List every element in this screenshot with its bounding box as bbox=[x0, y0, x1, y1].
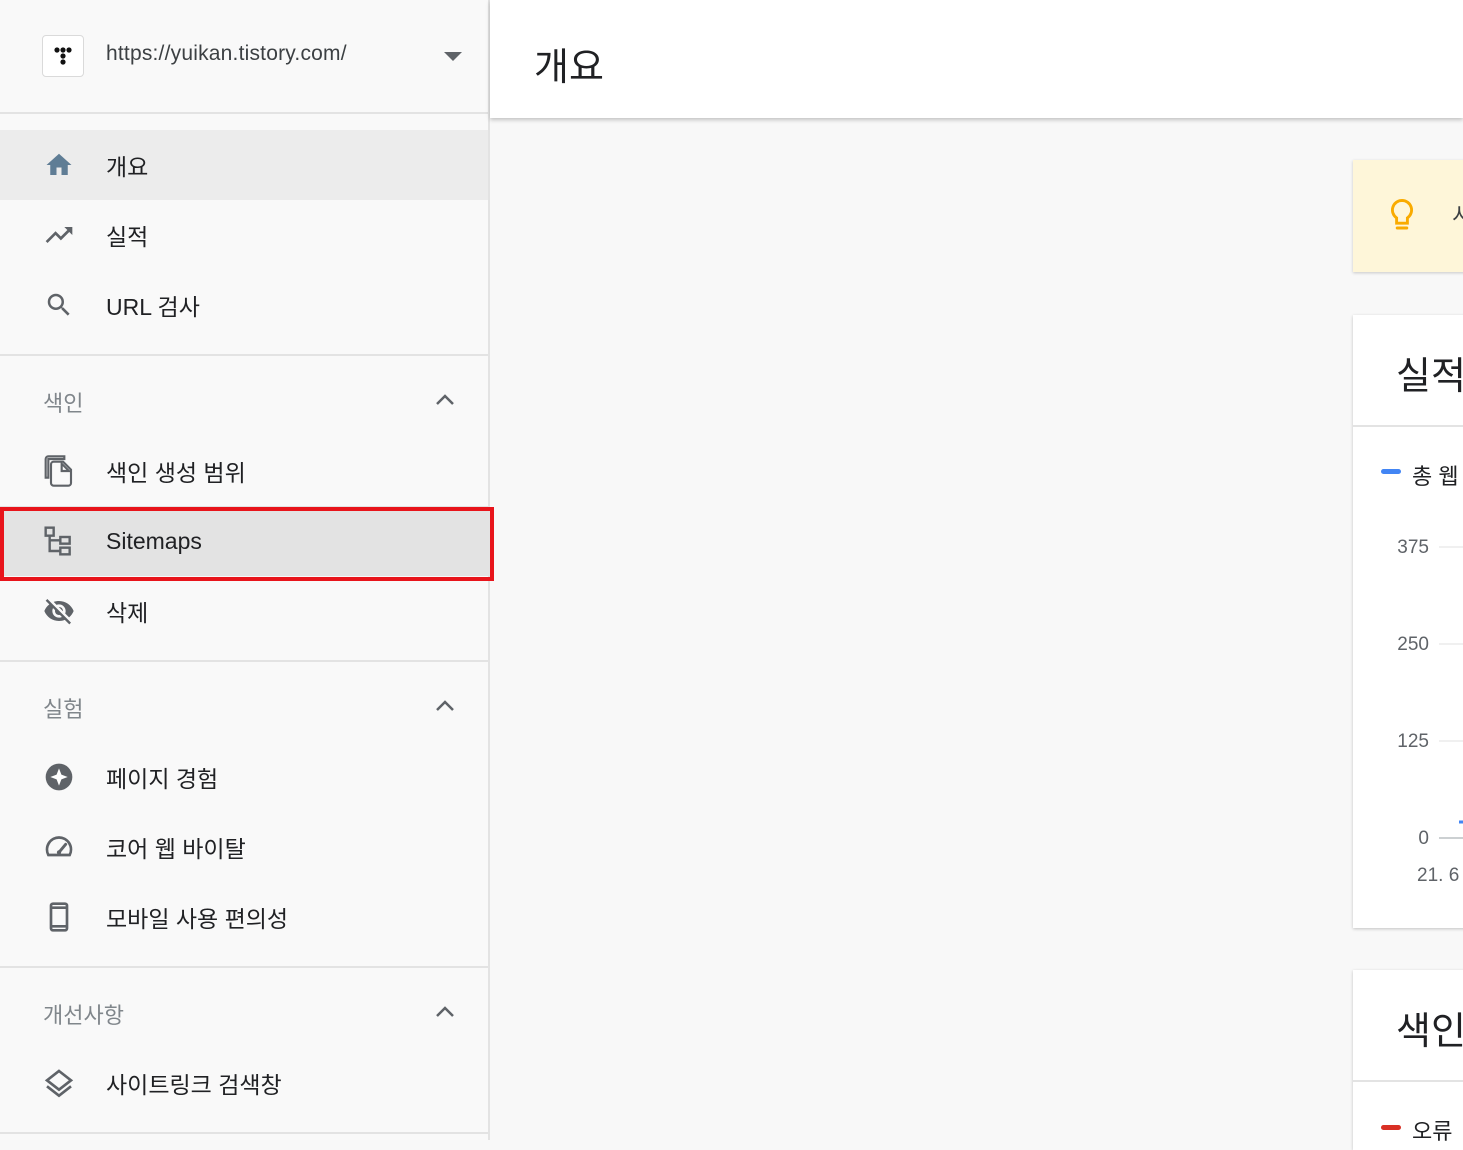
coverage-card: 색인 오류 bbox=[1353, 970, 1463, 1150]
y-tick-label: 0 bbox=[1418, 828, 1429, 849]
tip-text: 시 bbox=[1452, 203, 1463, 228]
sitemap-icon bbox=[43, 525, 75, 557]
nav-item-core-web-vitals[interactable]: 코어 웹 바이탈 bbox=[0, 812, 488, 882]
nav-item-label: 코어 웹 바이탈 bbox=[106, 836, 246, 862]
section-title: 실험 bbox=[43, 697, 84, 722]
page-header: 개요 bbox=[490, 0, 1463, 118]
dropdown-arrow-icon[interactable] bbox=[444, 52, 462, 61]
chevron-up-icon[interactable] bbox=[434, 1004, 456, 1018]
layers-icon bbox=[43, 1067, 75, 1099]
nav-item-removals[interactable]: 삭제 bbox=[0, 576, 488, 646]
performance-card: 실적 총 웹 375 250 125 0 21. 6 bbox=[1353, 315, 1463, 928]
y-tick-label: 250 bbox=[1397, 634, 1429, 655]
performance-chart: 375 250 125 0 21. 6 bbox=[1397, 537, 1463, 886]
section-header-experimental[interactable]: 실험 bbox=[0, 662, 488, 742]
nav-item-overview[interactable]: 개요 bbox=[0, 130, 488, 200]
section-header-enhancements[interactable]: 개선사항 bbox=[0, 968, 488, 1048]
visibility-off-icon bbox=[43, 595, 75, 627]
nav-section-enhancements: 개선사항 사이트링크 검색창 bbox=[0, 968, 488, 1134]
search-icon bbox=[43, 289, 75, 321]
nav-item-sitemaps[interactable]: Sitemaps bbox=[0, 506, 488, 576]
nav-item-sitelinks-searchbox[interactable]: 사이트링크 검색창 bbox=[0, 1048, 488, 1118]
nav-item-mobile-usability[interactable]: 모바일 사용 편의성 bbox=[0, 882, 488, 952]
y-tick-label: 125 bbox=[1397, 731, 1429, 752]
nav-item-label: 페이지 경험 bbox=[106, 766, 219, 792]
chevron-up-icon[interactable] bbox=[434, 392, 456, 406]
file-copy-icon bbox=[43, 455, 75, 487]
trending-up-icon bbox=[43, 219, 75, 251]
nav-main-group: 개요 실적 URL 검사 bbox=[0, 114, 488, 356]
legend-label[interactable]: 오류 bbox=[1412, 1114, 1452, 1146]
nav-item-label: 삭제 bbox=[106, 600, 149, 626]
legend-swatch-red bbox=[1381, 1125, 1401, 1130]
x-tick-label: 21. 6 bbox=[1417, 865, 1459, 886]
home-icon bbox=[43, 149, 75, 181]
nav-item-label: 사이트링크 검색창 bbox=[106, 1072, 282, 1098]
speedometer-icon bbox=[43, 831, 75, 863]
card-title: 색인 bbox=[1396, 1011, 1463, 1053]
sidebar: https://yuikan.tistory.com/ 개요 실적 URL 검사… bbox=[0, 0, 490, 1140]
y-tick-label: 375 bbox=[1397, 537, 1429, 558]
section-header-index[interactable]: 색인 bbox=[0, 356, 488, 436]
nav-item-coverage[interactable]: 색인 생성 범위 bbox=[0, 436, 488, 506]
card-divider bbox=[1353, 1080, 1463, 1082]
property-selector[interactable]: https://yuikan.tistory.com/ bbox=[0, 0, 488, 114]
nav-item-label: 모바일 사용 편의성 bbox=[106, 906, 289, 932]
nav-item-label: Sitemaps bbox=[106, 527, 202, 554]
lightbulb-icon bbox=[1387, 198, 1417, 239]
nav-item-url-inspection[interactable]: URL 검사 bbox=[0, 270, 488, 340]
section-title: 개선사항 bbox=[43, 1003, 124, 1028]
nav-section-experimental: 실험 페이지 경험 코어 웹 바이탈 모바일 사용 편의성 bbox=[0, 662, 488, 968]
nav-item-label: URL 검사 bbox=[106, 294, 200, 320]
tistory-logo-icon bbox=[42, 35, 84, 77]
section-title: 색인 bbox=[43, 391, 84, 416]
smartphone-icon bbox=[43, 901, 75, 933]
star-badge-icon bbox=[43, 761, 75, 793]
tip-card[interactable]: 시 bbox=[1353, 160, 1463, 272]
nav-item-label: 개요 bbox=[106, 154, 149, 180]
page-title: 개요 bbox=[534, 47, 604, 89]
nav-item-label: 색인 생성 범위 bbox=[106, 460, 246, 486]
nav-item-performance[interactable]: 실적 bbox=[0, 200, 488, 270]
nav-item-page-experience[interactable]: 페이지 경험 bbox=[0, 742, 488, 812]
nav-section-index: 색인 색인 생성 범위 Sitemaps 삭제 bbox=[0, 356, 488, 662]
chevron-up-icon[interactable] bbox=[434, 698, 456, 712]
nav-item-label: 실적 bbox=[106, 224, 149, 250]
property-url: https://yuikan.tistory.com/ bbox=[106, 42, 347, 65]
